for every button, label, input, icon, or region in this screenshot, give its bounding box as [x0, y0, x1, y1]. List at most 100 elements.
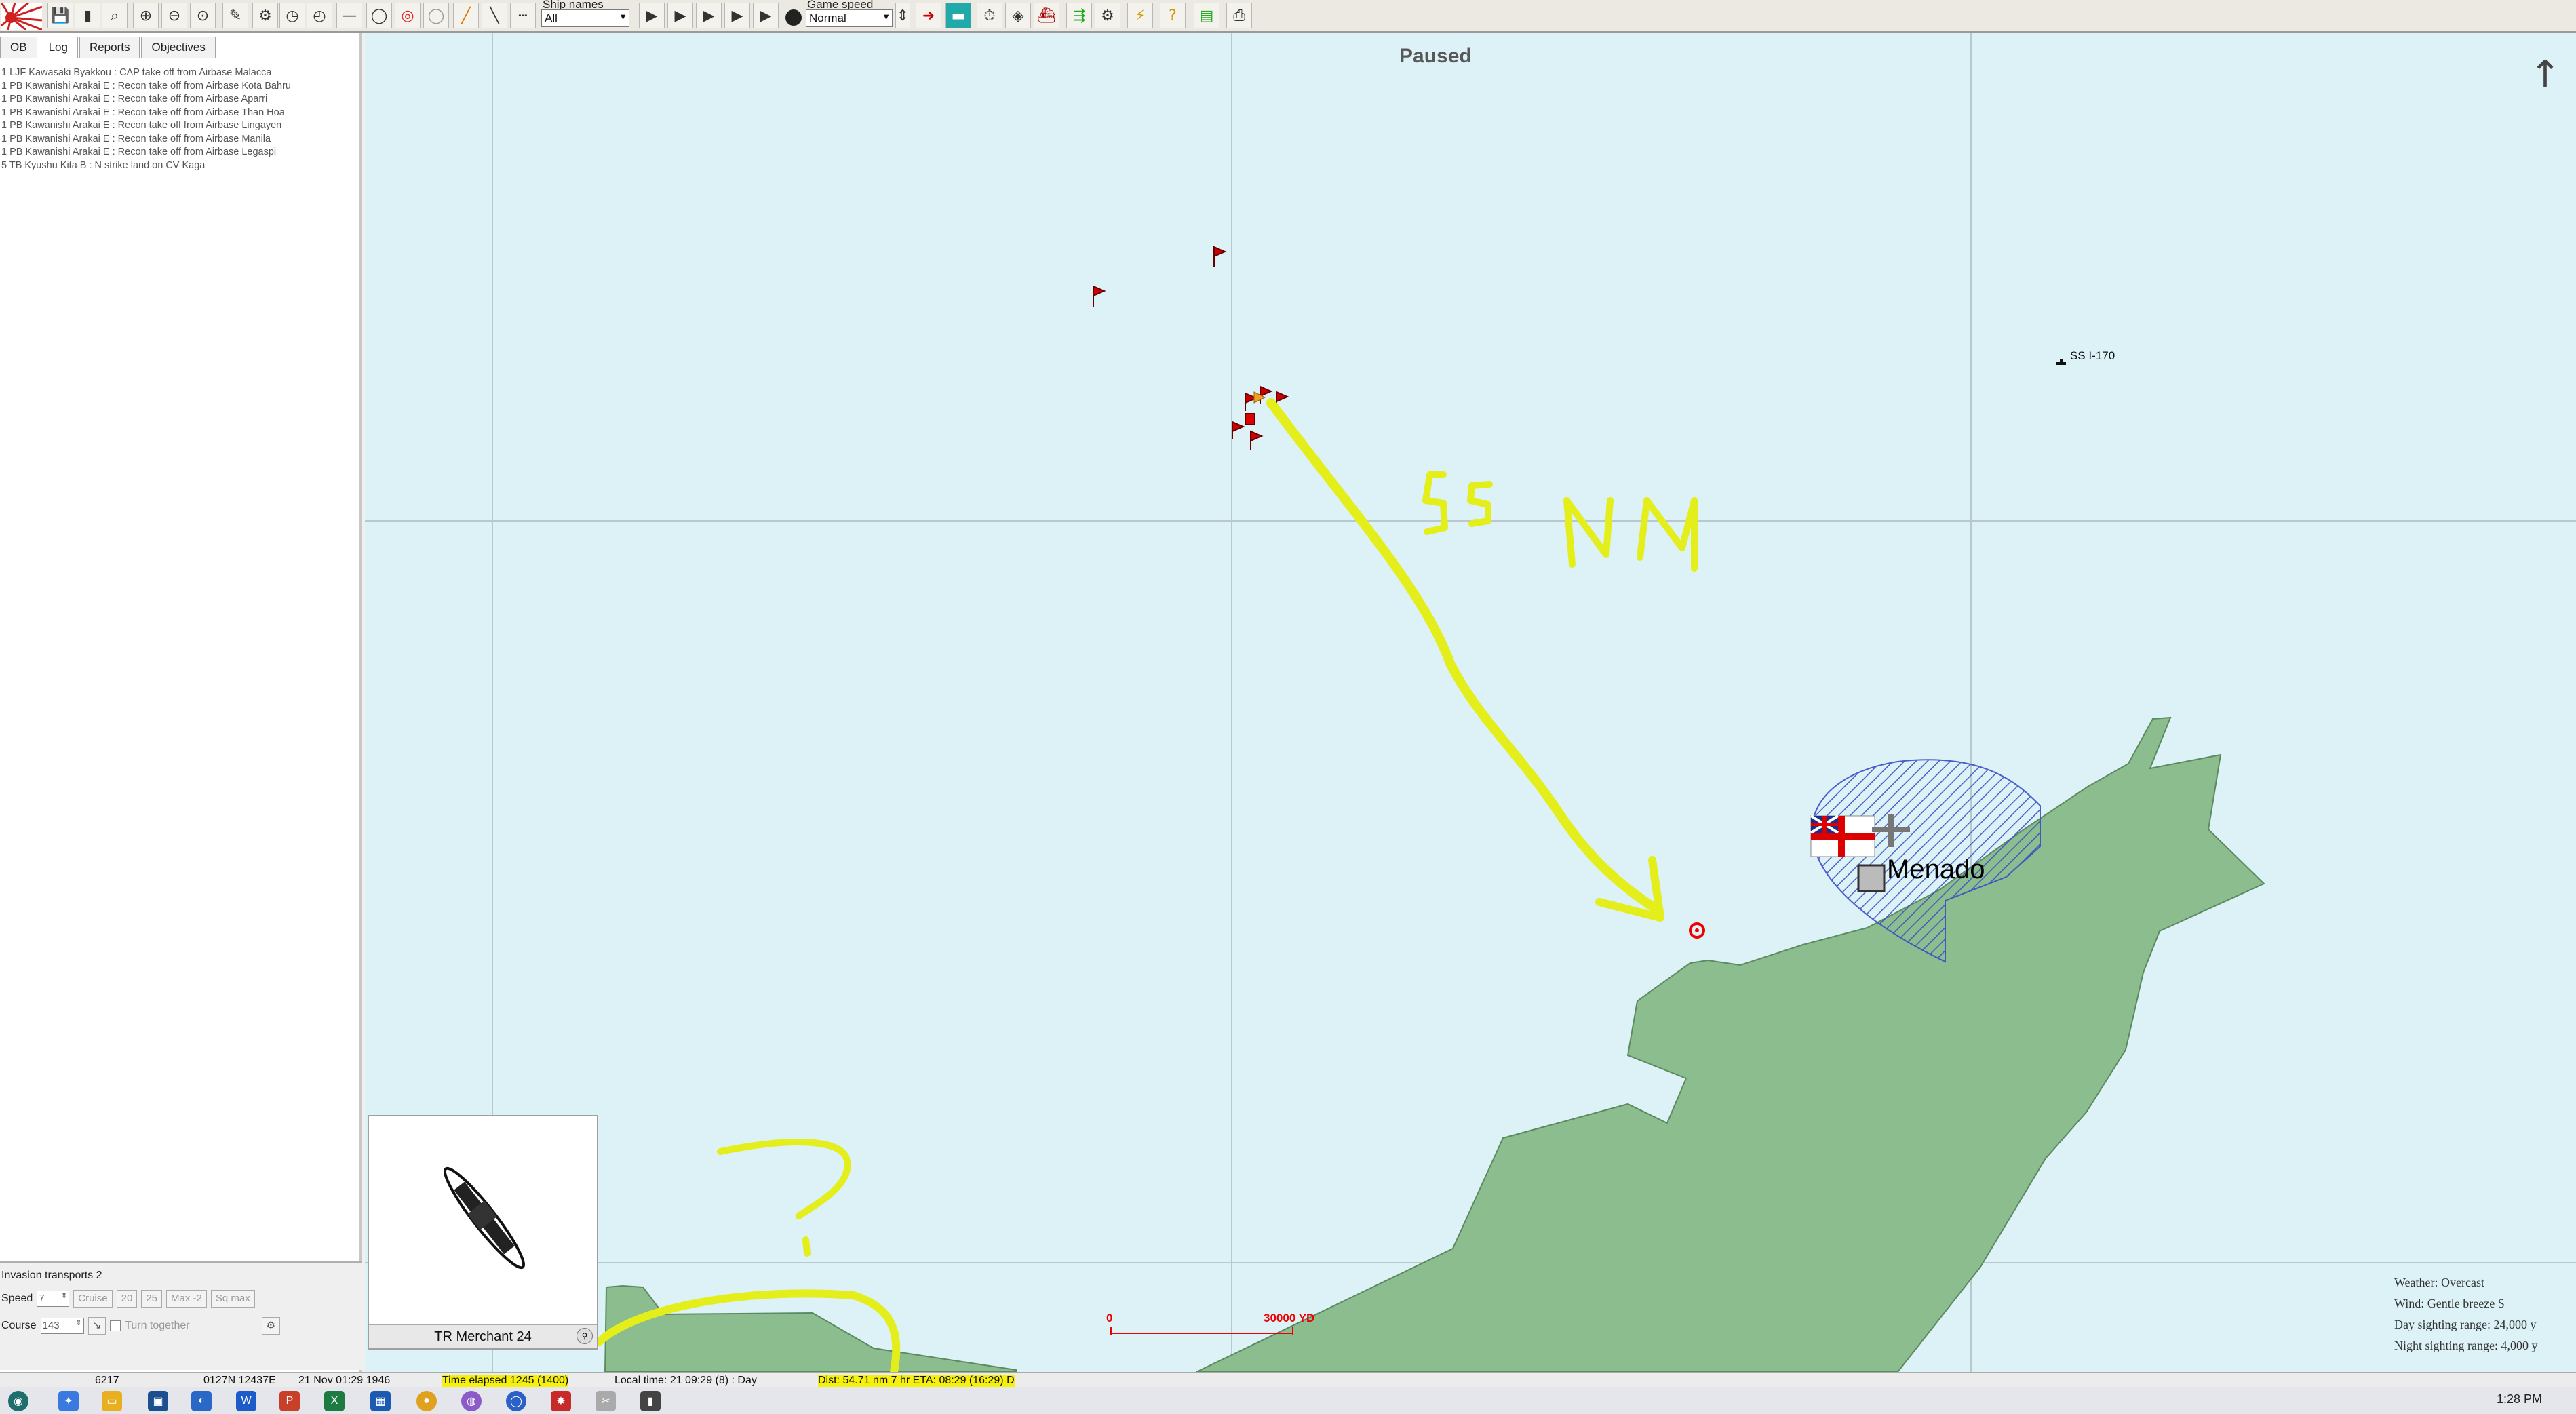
- log-entry: 5 TB Kyushu Kita B : N strike land on CV…: [1, 159, 206, 171]
- snip-icon[interactable]: ✂: [596, 1391, 616, 1411]
- settings-icon[interactable]: ⚙: [1095, 3, 1120, 28]
- annotation-arrow: [1266, 398, 1658, 912]
- timer-icon[interactable]: ◴: [307, 3, 332, 28]
- tab-reports[interactable]: Reports: [79, 37, 140, 58]
- ship-preview[interactable]: TR Merchant 24 ⚲: [368, 1115, 598, 1350]
- faster-icon[interactable]: ▶: [724, 3, 750, 28]
- tab-objectives[interactable]: Objectives: [141, 37, 216, 58]
- gear-button[interactable]: ⚙: [261, 1317, 281, 1335]
- brush-icon[interactable]: ✎: [222, 3, 248, 28]
- log-list: 1 LJF Kawasaki Byakkou : CAP take off fr…: [1, 66, 357, 172]
- start-icon[interactable]: ◉: [8, 1391, 28, 1411]
- taskbar-clock: 1:28 PM: [2496, 1392, 2542, 1406]
- pencil-icon[interactable]: ╲: [482, 3, 507, 28]
- copilot-icon[interactable]: ✦: [58, 1391, 79, 1411]
- lightning-icon[interactable]: ⚡: [1127, 3, 1153, 28]
- hex-id: 6217: [95, 1375, 119, 1386]
- rising-sun-flag-icon: [0, 1, 43, 31]
- time-elapsed: Time elapsed 1245 (1400): [442, 1375, 569, 1387]
- green-circle-icon[interactable]: ◯: [366, 3, 392, 28]
- ship-names-select[interactable]: All ▼: [541, 9, 629, 27]
- app-icon[interactable]: ▣: [148, 1391, 168, 1411]
- course-tool-button[interactable]: ↘: [87, 1317, 106, 1335]
- split-icon[interactable]: ⇶: [1066, 3, 1092, 28]
- chat-icon[interactable]: ◍: [461, 1391, 482, 1411]
- load-icon[interactable]: ▮: [75, 3, 100, 28]
- gray-circle-icon[interactable]: ◯: [423, 3, 449, 28]
- zoom-out-icon[interactable]: ⊖: [161, 3, 187, 28]
- zoom-in-icon[interactable]: ⊕: [133, 3, 159, 28]
- dashed-line-icon[interactable]: ┄: [510, 3, 536, 28]
- word-icon[interactable]: W: [236, 1391, 256, 1411]
- line-icon[interactable]: —: [336, 3, 362, 28]
- help-icon[interactable]: ?: [1160, 3, 1186, 28]
- terminal-icon[interactable]: ▮: [640, 1391, 661, 1411]
- ship-silhouette-icon: [443, 1166, 526, 1270]
- play-icon[interactable]: ▶: [639, 3, 665, 28]
- folder-icon[interactable]: ▭: [102, 1391, 122, 1411]
- globe-icon[interactable]: ◯: [506, 1391, 526, 1411]
- hex-coordinates: 0127N 12437E: [203, 1375, 276, 1386]
- preview-ship-name: TR Merchant 24: [369, 1324, 597, 1348]
- game-icon[interactable]: ✸: [551, 1391, 571, 1411]
- log-entry: 1 PB Kawanishi Arakai E : Recon take off…: [1, 146, 277, 157]
- printer-icon[interactable]: ⎙: [1226, 3, 1252, 28]
- log-entry: 1 PB Kawanishi Arakai E : Recon take off…: [1, 120, 282, 131]
- record-icon[interactable]: [785, 9, 802, 26]
- spinner-icon[interactable]: ⇕: [75, 1318, 81, 1327]
- weather-line: Wind: Gentle breeze S: [2394, 1297, 2505, 1310]
- stopwatch-icon[interactable]: ⏱: [977, 3, 1002, 28]
- red-target-icon[interactable]: ◎: [395, 3, 421, 28]
- weather-line: Weather: Overcast: [2394, 1276, 2484, 1289]
- cruise-button[interactable]: Cruise: [73, 1290, 113, 1308]
- weather-line: Day sighting range: 24,000 y: [2394, 1318, 2537, 1331]
- save-icon[interactable]: 💾: [47, 3, 73, 28]
- fastest-icon[interactable]: ▶: [753, 3, 779, 28]
- clock-icon[interactable]: ◷: [279, 3, 305, 28]
- chrome-icon[interactable]: ●: [416, 1391, 437, 1411]
- max-minus-2-button[interactable]: Max -2: [166, 1290, 207, 1308]
- task-force-name: Invasion transports 2: [1, 1270, 102, 1281]
- spinner-icon[interactable]: ⇕: [895, 3, 910, 28]
- turn-together-label: Turn together: [125, 1320, 190, 1331]
- flag-marker: [1213, 246, 1227, 267]
- zoom-reset-icon[interactable]: ⊙: [190, 3, 216, 28]
- calendar-icon[interactable]: ▦: [370, 1391, 391, 1411]
- binoculars-icon[interactable]: ⌕: [102, 3, 128, 28]
- speed-25-button[interactable]: 25: [141, 1290, 162, 1308]
- speed-value: 7: [39, 1293, 45, 1304]
- task-force-panel: Invasion transports 2 Speed 7 ⇕ Cruise 2…: [0, 1261, 362, 1370]
- tab-ob[interactable]: OB: [0, 37, 37, 58]
- submarine-label[interactable]: SS I-170: [2070, 349, 2115, 363]
- ship-icon[interactable]: ⛴: [1034, 3, 1059, 28]
- step-icon[interactable]: ▶: [667, 3, 693, 28]
- scale-bar: [1110, 1327, 1293, 1335]
- lock-icon[interactable]: ⚲: [577, 1328, 593, 1344]
- excel-icon[interactable]: X: [324, 1391, 345, 1411]
- status-paused: Paused: [1399, 45, 1472, 67]
- turn-together-checkbox[interactable]: [110, 1320, 121, 1331]
- game-speed-select[interactable]: Normal ▼: [806, 9, 893, 27]
- spinner-icon[interactable]: ⇕: [61, 1291, 67, 1300]
- speed-input[interactable]: 7 ⇕: [37, 1291, 70, 1307]
- map-view[interactable]: Paused ↑ SS I-170 Menado 0 30000 YD Weat…: [365, 33, 2576, 1372]
- speed-label: Speed: [1, 1293, 33, 1304]
- red-arrow-icon[interactable]: ➜: [916, 3, 941, 28]
- course-input[interactable]: 143 ⇕: [40, 1318, 84, 1334]
- document-icon[interactable]: ▤: [1194, 3, 1219, 28]
- place-name-menado[interactable]: Menado: [1887, 855, 1985, 885]
- base-marker: [1857, 864, 1886, 892]
- diamond-icon[interactable]: ◈: [1005, 3, 1031, 28]
- gear-icon[interactable]: ⚙: [252, 3, 278, 28]
- unit-flags: [1093, 246, 1289, 450]
- sq-max-button[interactable]: Sq max: [210, 1290, 255, 1308]
- browser-icon[interactable]: ◐: [191, 1391, 212, 1411]
- orange-pencil-icon[interactable]: ╱: [453, 3, 479, 28]
- sea-view-icon[interactable]: ▬: [945, 3, 971, 28]
- selected-unit-marker: [1245, 413, 1255, 425]
- fast-icon[interactable]: ▶: [696, 3, 722, 28]
- local-time: Local time: 21 09:29 (8) : Day: [614, 1375, 757, 1386]
- powerpoint-icon[interactable]: P: [279, 1391, 300, 1411]
- tab-log[interactable]: Log: [38, 37, 78, 58]
- speed-20-button[interactable]: 20: [116, 1290, 138, 1308]
